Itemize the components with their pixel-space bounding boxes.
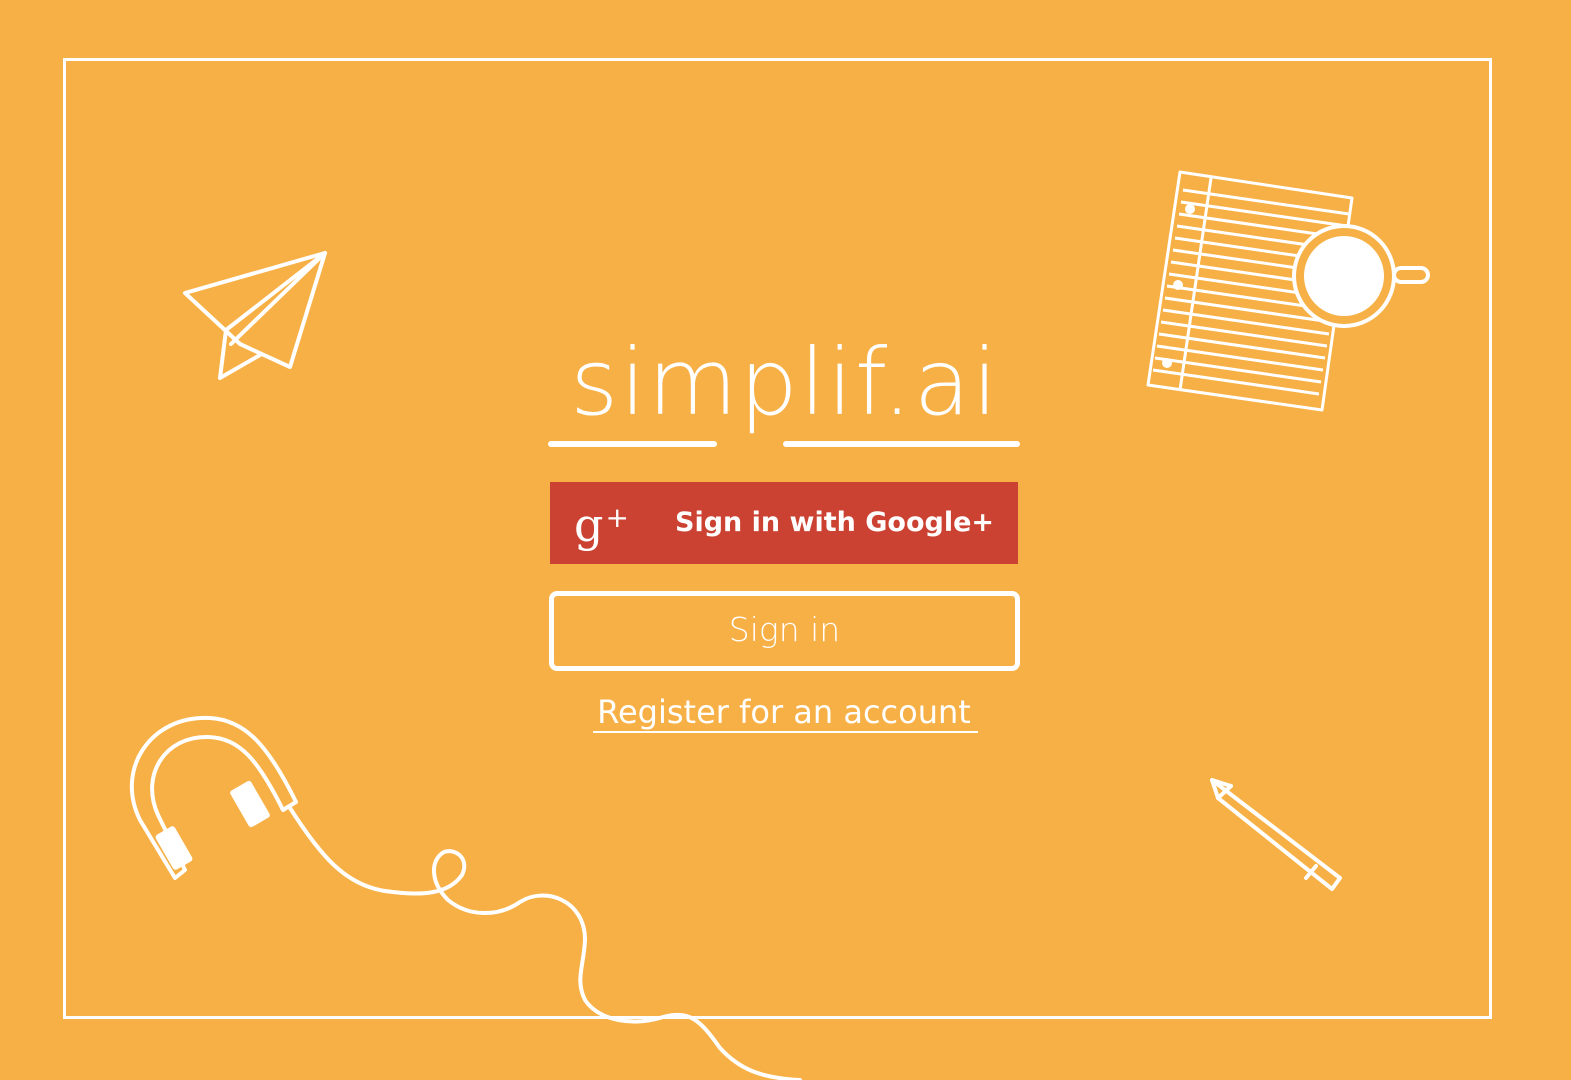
pencil-icon (1210, 778, 1342, 891)
coffee-cup-icon (1292, 224, 1430, 328)
register-link-underline (593, 731, 978, 733)
headphones-icon (129, 715, 802, 1080)
login-page: simplif.ai g+ Sign in with Google+ Sign … (0, 0, 1571, 1080)
google-signin-label: Sign in with Google+ (675, 507, 995, 538)
logo-underline-left (548, 441, 717, 447)
app-logo: simplif.ai (540, 328, 1030, 458)
google-plus-icon: g+ (574, 490, 629, 553)
logo-underline-right (783, 441, 1020, 447)
google-plus-glyph: g (574, 498, 604, 552)
register-link[interactable]: Register for an account (550, 690, 1018, 734)
google-plus-plus: + (605, 501, 629, 534)
signin-button[interactable]: Sign in (549, 591, 1020, 671)
google-signin-button[interactable]: g+ Sign in with Google+ (550, 482, 1018, 564)
logo-wordmark: simplif.ai (570, 329, 1000, 436)
paper-plane-icon (183, 251, 327, 380)
